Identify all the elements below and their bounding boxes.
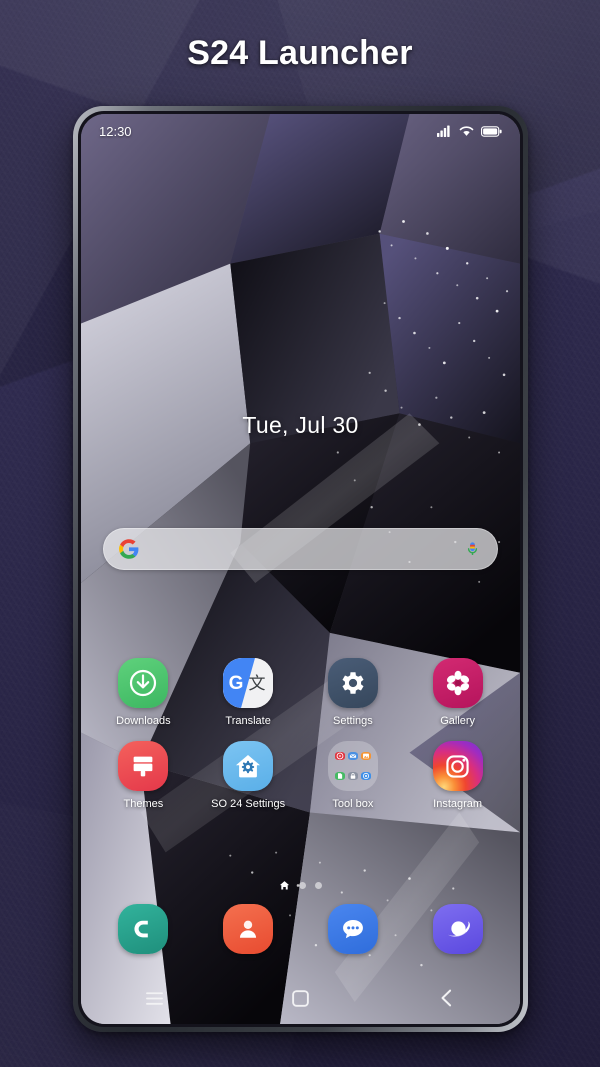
app-label: SO 24 Settings [211, 798, 286, 810]
google-g-icon [119, 539, 139, 559]
planet-icon [432, 904, 483, 954]
translate-icon: G 文 [223, 658, 274, 708]
app-translate[interactable]: G 文 Translate [196, 644, 301, 727]
battery-icon [481, 125, 502, 137]
app-label: Downloads [116, 715, 171, 727]
page-title: S24 Launcher [187, 33, 413, 72]
home-icon[interactable] [279, 880, 290, 891]
wifi-icon [459, 126, 474, 136]
dock-item-contacts[interactable] [196, 904, 301, 954]
status-bar: 12:30 [81, 114, 520, 148]
dock-item-messages[interactable] [301, 904, 406, 954]
app-label: Gallery [440, 715, 476, 727]
dock [91, 904, 510, 954]
status-time: 12:30 [99, 123, 132, 139]
app-label: Translate [225, 715, 271, 727]
app-grid: Downloads G 文 Translate Settings Gallery… [91, 644, 510, 810]
square-icon [292, 989, 309, 1007]
app-row-1: Downloads G 文 Translate Settings Gallery [91, 644, 510, 727]
house-gear-icon [223, 741, 274, 791]
app-settings[interactable]: Settings [301, 644, 406, 727]
app-label: Instagram [433, 798, 483, 810]
recents-button[interactable] [81, 991, 227, 1006]
chat-bubble-icon [327, 904, 378, 954]
date-widget[interactable]: Tue, Jul 30 [81, 412, 520, 439]
eye-icon [360, 771, 371, 780]
home-button[interactable] [227, 989, 373, 1007]
app-row-2: Themes SO 24 Settings Tool box Instagram [91, 727, 510, 810]
status-icon-group [437, 125, 502, 137]
dock-item-phone[interactable] [91, 904, 196, 954]
page-dot[interactable] [299, 882, 306, 889]
app-label: Tool box [332, 798, 374, 810]
navigation-bar [81, 972, 520, 1024]
signal-icon [437, 125, 450, 137]
svg-text:文: 文 [249, 674, 266, 694]
chevron-left-icon [441, 989, 452, 1007]
app-themes[interactable]: Themes [91, 727, 196, 810]
gallery-flower-icon [432, 658, 483, 708]
search-input[interactable] [103, 528, 498, 570]
svg-text:G: G [229, 673, 244, 694]
phone-device-mockup: 12:30 Tue, Jul 30 Downloads G 文 Translat… [73, 106, 528, 1032]
app-folder-toolbox[interactable]: Tool box [301, 727, 406, 810]
person-icon [223, 904, 274, 954]
file-icon [334, 771, 346, 780]
downloads-icon [118, 658, 169, 708]
promo-title-bar: S24 Launcher [0, 0, 600, 106]
phone-icon [118, 904, 169, 954]
hamburger-icon [145, 991, 163, 1005]
app-gallery[interactable]: Gallery [405, 644, 510, 727]
lock-icon [347, 771, 359, 780]
back-button[interactable] [374, 989, 520, 1007]
app-label: Themes [123, 798, 164, 810]
dock-item-internet[interactable] [405, 904, 510, 954]
phone-screen: 12:30 Tue, Jul 30 Downloads G 文 Translat… [81, 114, 520, 1024]
page-dot[interactable] [315, 882, 322, 889]
folder-icon [327, 741, 378, 791]
microphone-icon[interactable] [463, 540, 482, 559]
app-downloads[interactable]: Downloads [91, 644, 196, 727]
mail-icon [347, 752, 359, 761]
image-icon [360, 752, 371, 761]
page-indicator [81, 880, 520, 891]
instagram-icon [432, 741, 483, 791]
app-instagram[interactable]: Instagram [405, 727, 510, 810]
app-so24-settings[interactable]: SO 24 Settings [196, 727, 301, 810]
phone-bezel: 12:30 Tue, Jul 30 Downloads G 文 Translat… [78, 111, 523, 1027]
app-label: Settings [333, 715, 373, 727]
settings-gear-icon [327, 658, 378, 708]
compass-icon [334, 752, 346, 761]
themes-brush-icon [118, 741, 169, 791]
